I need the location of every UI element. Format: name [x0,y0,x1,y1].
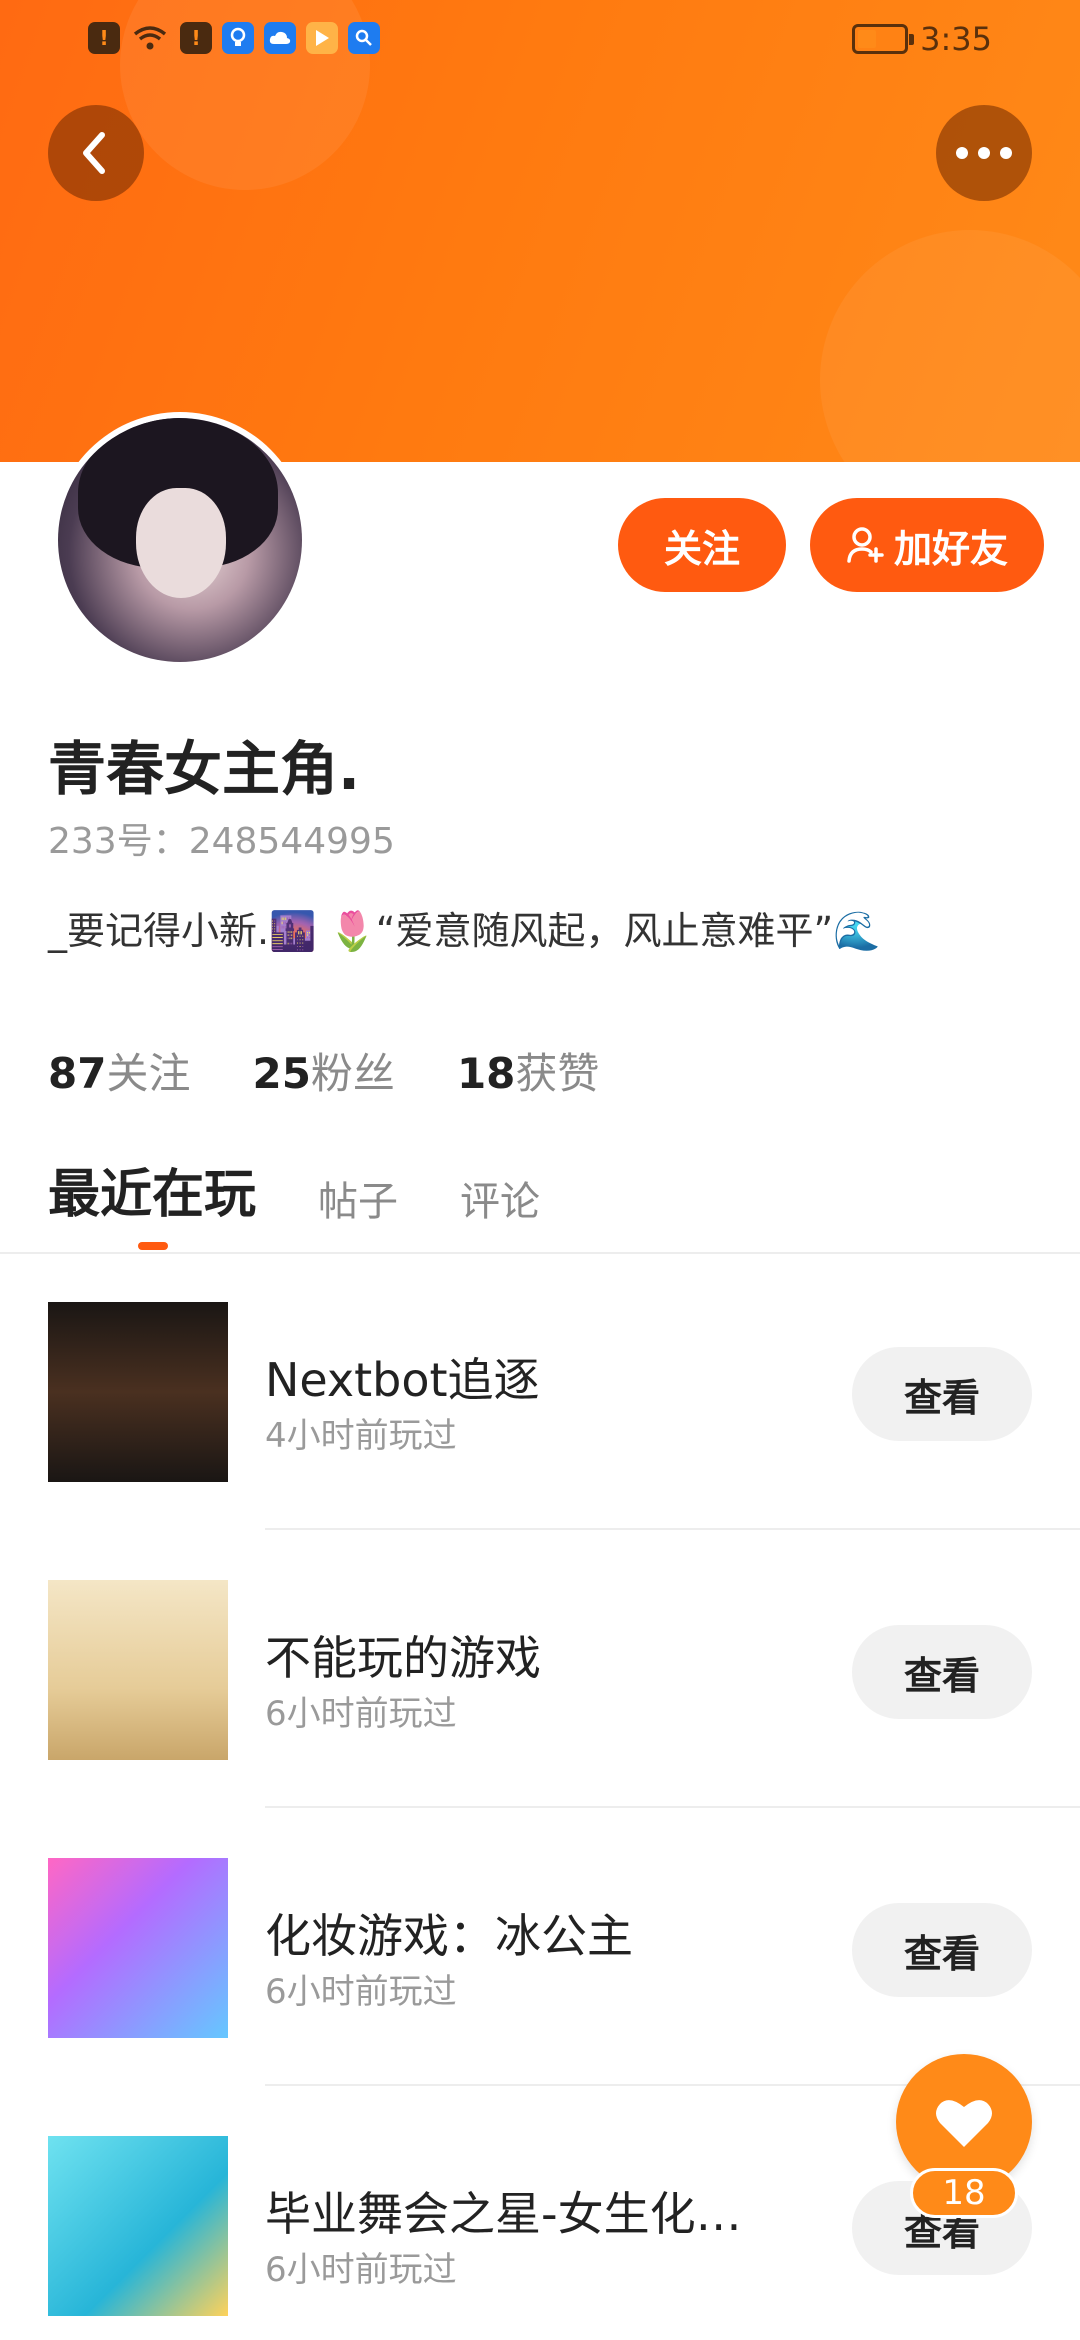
profile-tabs: 最近在玩 帖子 评论 [48,1152,540,1227]
game-last-played: 6小时前玩过 [265,1972,457,2012]
more-horizontal-icon [956,147,1012,159]
list-item[interactable]: Nextbot追逐 4小时前玩过 查看 [0,1252,1080,1530]
back-button[interactable] [48,105,144,201]
game-last-played: 6小时前玩过 [265,1694,457,1734]
game-last-played: 4小时前玩过 [265,1416,457,1456]
avatar[interactable] [52,412,308,668]
stat-following[interactable]: 87关注 [48,1040,190,1101]
tab-indicator [138,1242,168,1250]
like-count-badge: 18 [910,2168,1018,2218]
wifi-icon [130,22,170,54]
search-app-icon [348,22,380,54]
game-thumbnail [48,2136,228,2316]
tab-posts[interactable]: 帖子 [318,1169,398,1227]
tab-comments[interactable]: 评论 [460,1169,540,1227]
list-item[interactable]: 不能玩的游戏 6小时前玩过 查看 [0,1530,1080,1808]
game-title: 毕业舞会之星-女生化… [265,2187,742,2241]
game-thumbnail [48,1580,228,1760]
view-button[interactable]: 查看 [852,1347,1032,1441]
profile-bio: _要记得小新.🌆 🌷“爱意随风起，风止意难平”🌊 [48,909,881,953]
follow-label: 关注 [663,526,740,571]
stat-likes[interactable]: 18获赞 [457,1040,599,1101]
chevron-left-icon [83,132,105,174]
cloud-icon [264,22,296,54]
list-item[interactable]: 化妆游戏：冰公主 6小时前玩过 查看 [0,1808,1080,2086]
game-title: 化妆游戏：冰公主 [265,1909,633,1963]
game-thumbnail [48,1858,228,2038]
game-title: Nextbot追逐 [265,1353,540,1407]
add-friend-button[interactable]: 加好友 [810,498,1044,592]
alert-icon: ! [88,22,120,54]
banner-decoration [820,230,1080,462]
view-button[interactable]: 查看 [852,1625,1032,1719]
game-title: 不能玩的游戏 [265,1631,541,1685]
follow-button[interactable]: 关注 [618,498,786,592]
status-right: 3:35 [852,20,992,58]
battery-icon [852,24,915,54]
status-time: 3:35 [920,20,992,58]
profile-uid: 233号：248544995 [48,821,395,862]
heart-icon [936,2100,992,2147]
status-bar: ! ! 3:35 [0,0,1080,80]
game-thumbnail [48,1302,228,1482]
user-plus-icon [847,527,884,563]
lightbulb-icon [222,22,254,54]
profile-nickname: 青春女主角. [48,735,361,803]
avatar-image [58,418,302,662]
alert-icon: ! [180,22,212,54]
stat-followers[interactable]: 25粉丝 [252,1040,394,1101]
tab-recently-played[interactable]: 最近在玩 [48,1152,256,1227]
view-button[interactable]: 查看 [852,1903,1032,1997]
add-friend-label: 加好友 [893,526,1008,571]
status-notification-icons: ! ! [88,22,380,54]
game-last-played: 6小时前玩过 [265,2250,457,2290]
profile-stats: 87关注 25粉丝 18获赞 [48,1040,599,1101]
more-button[interactable] [936,105,1032,201]
play-icon [306,22,338,54]
